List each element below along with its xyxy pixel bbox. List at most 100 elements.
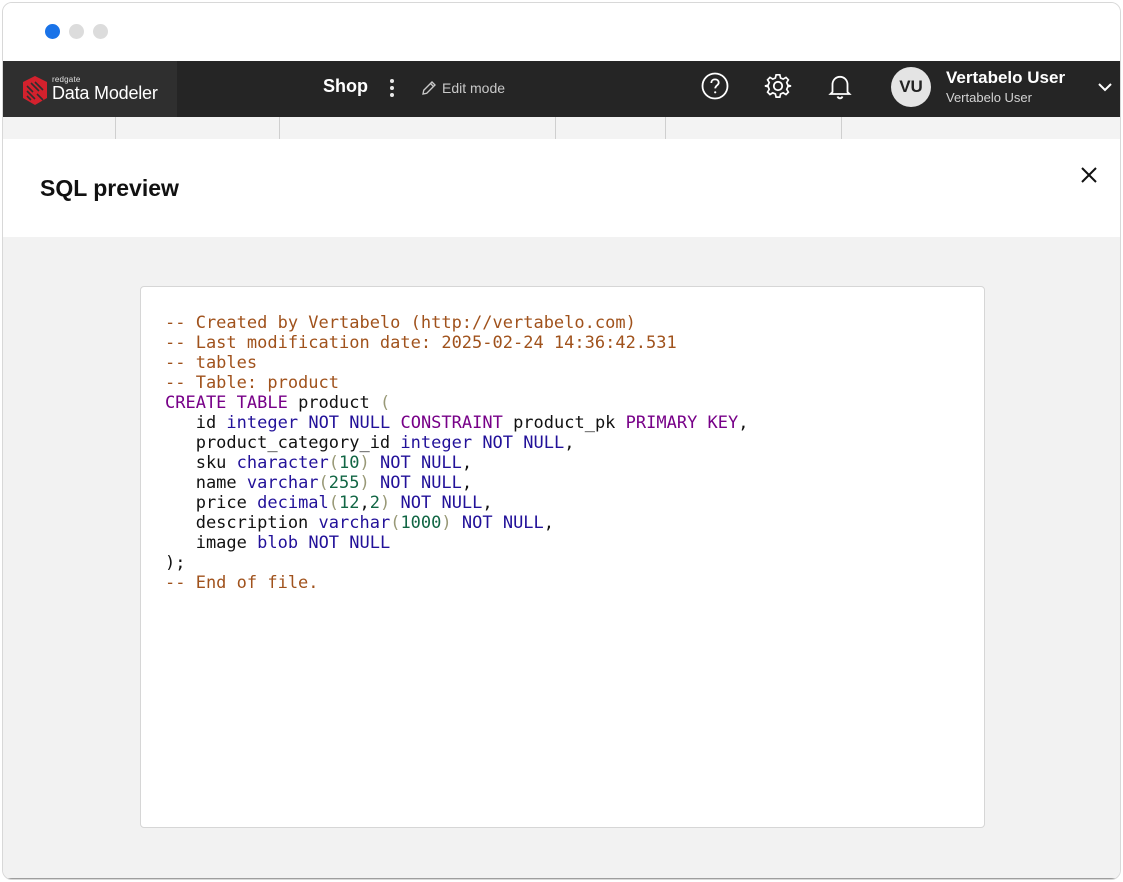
code-token: product_category_id [165,433,401,453]
code-token: ) [441,513,452,533]
sql-code-view[interactable]: -- Created by Vertabelo (http://vertabel… [140,286,985,828]
code-token: NOT NULL [380,453,462,473]
close-icon[interactable] [1077,163,1101,187]
modal-body: -- Created by Vertabelo (http://vertabel… [3,237,1120,879]
toolbar-divider [279,117,280,139]
code-token: 1000 [400,513,442,533]
code-token: CONSTRAINT [400,413,503,433]
kebab-menu-icon[interactable] [387,76,397,100]
chevron-down-icon[interactable] [1095,77,1115,97]
window-dot[interactable] [93,24,108,39]
code-token: ) [380,493,391,513]
code-line: name varchar(255) NOT NULL, [165,473,960,493]
code-token: NOT NULL [400,493,483,513]
code-line: -- tables [165,353,960,373]
modal-title: SQL preview [40,175,179,201]
user-subtitle: Vertabelo User [946,90,1032,105]
code-line: -- Table: product [165,373,960,393]
code-token: -- End of file. [165,573,319,593]
code-token: integer [226,413,299,433]
code-token: -- Table: product [165,373,339,393]
bell-icon[interactable] [825,71,855,101]
user-avatar[interactable]: VU [891,67,931,107]
code-token: -- Created by Vertabelo (http://vertabel… [165,313,636,333]
toolbar-divider [665,117,666,139]
gear-icon[interactable] [763,71,793,101]
edit-mode-toggle[interactable]: Edit mode [420,78,505,98]
code-token: price [165,493,258,513]
window-dot[interactable] [69,24,84,39]
code-token: description [165,513,319,533]
code-line: image blob NOT NULL [165,533,960,553]
app-header: redgate Data Modeler Shop Edit mode VU V… [3,61,1120,117]
code-token: varchar [318,513,391,533]
project-name[interactable]: Shop [323,76,368,97]
code-token: , [738,413,749,433]
toolbar-divider [841,117,842,139]
toolbar-divider [555,117,556,139]
code-token: integer [400,433,473,453]
toolbar-behind-modal [3,117,1120,139]
edit-mode-label: Edit mode [442,80,506,96]
code-token: NOT NULL [482,433,565,453]
code-token: ( [318,473,329,493]
code-line: -- Created by Vertabelo (http://vertabel… [165,313,960,333]
code-token: , [564,433,575,453]
code-token: NOT NULL [461,513,544,533]
app-window: redgate Data Modeler Shop Edit mode VU V… [2,2,1121,880]
code-token: NOT NULL [380,473,462,493]
brand-logo[interactable]: redgate Data Modeler [3,61,177,117]
code-token: NOT NULL [308,533,391,553]
code-token: blob [257,533,299,553]
code-token: 2 [369,493,381,513]
code-token: image [165,533,258,553]
code-token: 12 [339,493,360,513]
code-token: , [359,493,370,513]
code-line: price decimal(12,2) NOT NULL, [165,493,960,513]
logo-product-name: Data Modeler [52,83,158,103]
code-token: , [482,493,493,513]
code-token: CREATE TABLE [165,393,288,413]
code-line: ); [165,553,960,573]
redgate-logo-icon [23,76,47,105]
pencil-icon [422,81,436,95]
code-line: product_category_id integer NOT NULL, [165,433,960,453]
code-line: CREATE TABLE product ( [165,393,960,413]
code-token: ); [165,553,186,573]
user-name[interactable]: Vertabelo User [946,68,1065,88]
code-token: id [165,413,227,433]
code-token: ( [379,393,391,413]
code-token: , [461,453,473,473]
code-token: NOT NULL [308,413,391,433]
code-line: id integer NOT NULL CONSTRAINT product_p… [165,413,960,433]
code-token: , [461,473,473,493]
code-token: name [165,473,247,493]
code-token: ) [359,453,370,473]
bottom-scroll-track [3,878,1120,879]
code-line: -- End of file. [165,573,960,593]
code-token: decimal [257,493,329,513]
code-token: ( [390,513,401,533]
toolbar-divider [115,117,116,139]
help-circle-icon[interactable] [700,71,730,101]
code-token: sku [165,453,237,473]
code-token: , [543,513,555,533]
modal-header: SQL preview [3,139,1120,237]
window-titlebar [3,3,1120,61]
code-token: ( [328,493,340,513]
code-token: -- tables [165,353,258,373]
window-dot-active[interactable] [45,24,60,39]
code-line: -- Last modification date: 2025-02-24 14… [165,333,960,353]
code-token: -- Last modification date: 2025-02-24 14… [165,333,677,353]
code-token: ( [328,453,340,473]
code-line: sku character(10) NOT NULL, [165,453,960,473]
code-token: PRIMARY KEY [625,413,739,433]
code-token: varchar [246,473,319,493]
